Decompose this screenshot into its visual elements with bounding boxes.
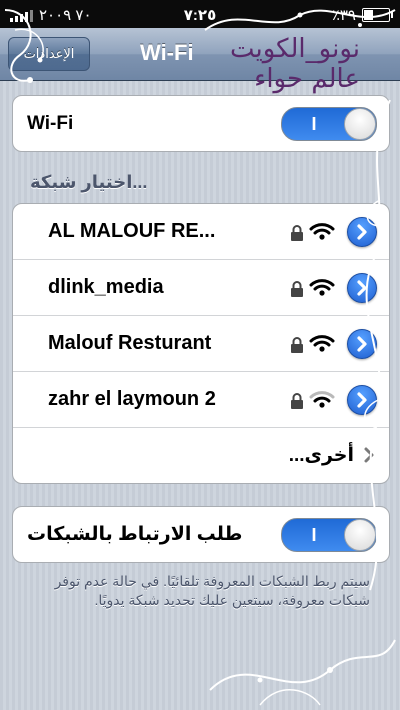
battery-percent: ٪٣٩ xyxy=(331,7,356,24)
network-row[interactable]: dlink_media xyxy=(13,260,389,316)
network-details-button[interactable] xyxy=(347,217,377,247)
wifi-signal-icon xyxy=(309,223,335,240)
ask-join-label: طلب الارتباط بالشبكات xyxy=(27,524,243,545)
decorative-swirl-icon xyxy=(209,639,396,706)
status-bar: ٧٠ ٢٠٠٩ ٧:٢٥ ٪٣٩ xyxy=(0,0,400,28)
ask-join-switch[interactable]: I xyxy=(281,518,377,552)
ask-join-row: طلب الارتباط بالشبكات I xyxy=(13,507,389,562)
ask-join-description: سيتم ربط الشبكات المعروفة تلقائيًا. في ح… xyxy=(54,573,370,608)
network-row[interactable]: Malouf Resturant xyxy=(13,316,389,372)
lock-icon xyxy=(291,281,303,297)
wifi-switch[interactable]: I xyxy=(281,107,377,141)
lock-icon xyxy=(291,337,303,353)
ask-join-group: طلب الارتباط بالشبكات I xyxy=(12,506,390,563)
switch-knob xyxy=(344,108,376,140)
switch-on-indicator: I xyxy=(311,524,317,545)
wifi-signal-weak-icon xyxy=(309,391,335,408)
networks-list: AL MALOUF RE... dlink_media Malouf Restu… xyxy=(12,203,390,484)
battery-icon xyxy=(362,8,393,22)
chevron-right-icon xyxy=(357,224,367,240)
wifi-label: Wi-Fi xyxy=(27,112,74,134)
lock-icon xyxy=(291,225,303,241)
network-row[interactable]: AL MALOUF RE... xyxy=(13,204,389,260)
lock-icon xyxy=(291,393,303,409)
page-title: Wi-Fi xyxy=(140,40,194,65)
network-name: dlink_media xyxy=(48,276,164,298)
network-name: Malouf Resturant xyxy=(48,332,212,354)
networks-section-header: اختيار شبكة... xyxy=(30,172,148,192)
network-name: zahr el laymoun 2 xyxy=(48,388,216,410)
network-name: AL MALOUF RE... xyxy=(48,220,216,242)
watermark-line-1: نونو_الكويت xyxy=(229,34,360,64)
network-details-button[interactable] xyxy=(347,329,377,359)
other-network-row[interactable]: أخرى... xyxy=(13,428,389,483)
battery-indicator: ٪٣٩ xyxy=(331,6,393,24)
chevron-right-icon xyxy=(357,336,367,352)
wifi-signal-icon xyxy=(309,279,335,296)
other-network-label: أخرى... xyxy=(288,445,354,466)
network-details-button[interactable] xyxy=(347,273,377,303)
switch-knob xyxy=(344,519,376,551)
settings-back-button[interactable]: الإعدادات xyxy=(8,37,90,71)
watermark-text: نونو_الكويت عالم حواء xyxy=(220,34,360,94)
wifi-toggle-row: Wi-Fi I xyxy=(13,96,389,151)
wifi-signal-icon xyxy=(309,335,335,352)
chevron-right-icon xyxy=(357,392,367,408)
chevron-right-icon xyxy=(364,447,374,463)
network-row[interactable]: zahr el laymoun 2 xyxy=(13,372,389,428)
switch-on-indicator: I xyxy=(311,113,317,134)
wifi-toggle-group: Wi-Fi I xyxy=(12,95,390,152)
chevron-right-icon xyxy=(357,280,367,296)
network-details-button[interactable] xyxy=(347,385,377,415)
watermark-line-2: عالم حواء xyxy=(254,64,360,94)
